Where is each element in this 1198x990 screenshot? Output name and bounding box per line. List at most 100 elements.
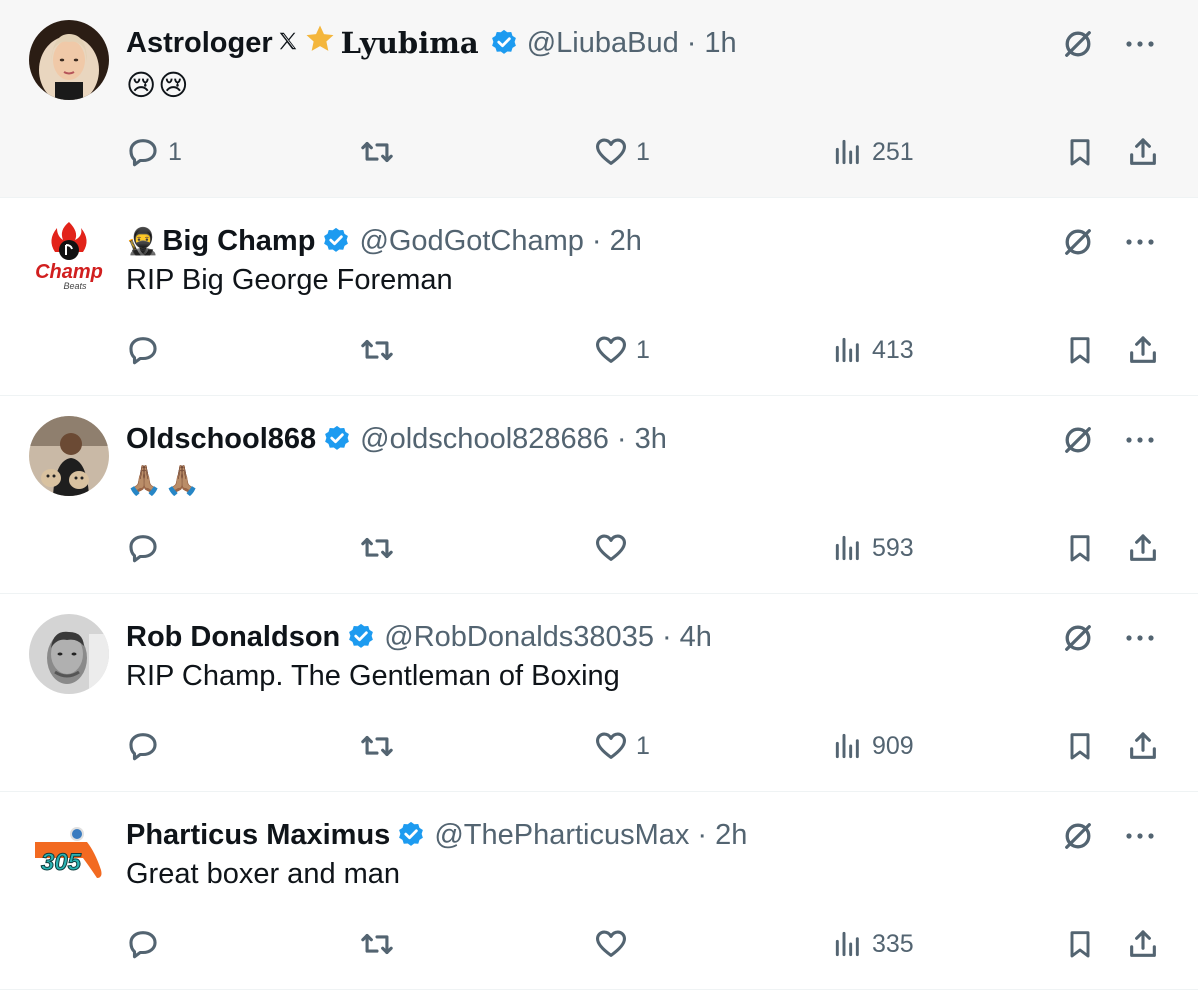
timestamp[interactable]: 2h [715, 819, 747, 852]
user-handle[interactable]: @GodGotChamp [359, 225, 583, 258]
retweet-button[interactable] [358, 724, 404, 768]
avatar[interactable]: 305 [29, 812, 109, 892]
like-button[interactable] [594, 922, 636, 966]
like-button[interactable] [594, 526, 636, 570]
action-bar: 1 909 [126, 724, 1162, 768]
separator-dot: · [697, 818, 708, 851]
like-button[interactable]: 1 [594, 328, 650, 372]
tweet-top-controls [1058, 816, 1160, 856]
reply-button[interactable] [126, 922, 168, 966]
praying-hands-emoji: 🙏🏽 [164, 465, 201, 497]
retweet-button[interactable] [358, 130, 404, 174]
grok-icon[interactable] [1058, 24, 1098, 64]
share-button[interactable] [1126, 328, 1160, 372]
more-options-icon[interactable] [1120, 420, 1160, 460]
verified-badge-icon[interactable] [346, 622, 376, 652]
retweet-icon [361, 537, 393, 559]
avatar[interactable] [29, 20, 109, 100]
heart-icon [595, 930, 627, 957]
display-name[interactable]: Big Champ [162, 225, 315, 258]
tweet-header: Astrologer Lyubima @LiubaBud · 1h [126, 24, 1058, 62]
tweet-header: 🥷 Big Champ @GodGotChamp · 2h [126, 222, 1058, 260]
views-button[interactable]: 335 [832, 922, 914, 966]
tweet-header: Pharticus Maximus @ThePharticusMax · 2h [126, 816, 1058, 854]
retweet-button[interactable] [358, 922, 404, 966]
share-button[interactable] [1126, 130, 1160, 174]
tweet-text: Great boxer and man [126, 858, 401, 890]
bookmark-icon [1070, 535, 1090, 562]
share-icon [1130, 534, 1156, 561]
avatar[interactable]: Champ Beats [29, 218, 109, 298]
display-name[interactable]: Pharticus Maximus [126, 819, 390, 852]
display-name-extra: Lyubima [340, 26, 479, 60]
separator-dot: · [591, 224, 602, 257]
action-bar: 335 [126, 922, 1162, 966]
tweet-top-controls [1058, 618, 1160, 658]
view-count: 909 [872, 731, 914, 760]
timestamp[interactable]: 3h [635, 423, 667, 456]
share-icon [1130, 138, 1156, 165]
verified-badge-icon[interactable] [396, 820, 426, 850]
share-button[interactable] [1126, 724, 1160, 768]
user-handle[interactable]: @LiubaBud [527, 27, 679, 60]
tweet[interactable]: 305 Pharticus Maximus @ThePharticusMax ·… [0, 792, 1198, 990]
timestamp[interactable]: 2h [610, 225, 642, 258]
share-button[interactable] [1126, 922, 1160, 966]
views-button[interactable]: 909 [832, 724, 914, 768]
grok-icon[interactable] [1058, 816, 1098, 856]
analytics-icon [835, 139, 859, 165]
bookmark-button[interactable] [1064, 724, 1096, 768]
verified-badge-icon[interactable] [322, 424, 352, 454]
tweet-text: RIP Big George Foreman [126, 264, 453, 296]
tweet[interactable]: Champ Beats 🥷 Big Champ @GodGotChamp · 2… [0, 198, 1198, 396]
reply-button[interactable]: 1 [126, 130, 182, 174]
action-bar: 1 413 [126, 328, 1162, 372]
timestamp[interactable]: 1h [704, 27, 736, 60]
display-name[interactable]: Oldschool868 [126, 423, 316, 456]
user-handle[interactable]: @oldschool828686 [360, 423, 609, 456]
views-button[interactable]: 413 [832, 328, 914, 372]
more-options-icon[interactable] [1120, 618, 1160, 658]
display-name[interactable]: Rob Donaldson [126, 621, 340, 654]
user-handle[interactable]: @RobDonalds38035 [384, 621, 654, 654]
tweet[interactable]: Oldschool868 @oldschool828686 · 3h 🙏🏽 🙏🏽 [0, 396, 1198, 594]
bookmark-button[interactable] [1064, 328, 1096, 372]
tweet[interactable]: Rob Donaldson @RobDonalds38035 · 4h RIP … [0, 594, 1198, 792]
bookmark-button[interactable] [1064, 922, 1096, 966]
views-button[interactable]: 593 [832, 526, 914, 570]
action-bar: 1 1 251 [126, 130, 1162, 174]
separator-dot: · [686, 26, 697, 59]
more-options-icon[interactable] [1120, 24, 1160, 64]
share-button[interactable] [1126, 526, 1160, 570]
grok-icon[interactable] [1058, 618, 1098, 658]
bookmark-button[interactable] [1064, 130, 1096, 174]
avatar[interactable] [29, 416, 109, 496]
heart-icon [595, 534, 627, 561]
like-button[interactable]: 1 [594, 130, 650, 174]
views-button[interactable]: 251 [832, 130, 914, 174]
like-button[interactable]: 1 [594, 724, 650, 768]
reply-button[interactable] [126, 724, 168, 768]
reply-button[interactable] [126, 526, 168, 570]
more-options-icon[interactable] [1120, 222, 1160, 262]
view-count: 251 [872, 137, 914, 166]
like-count: 1 [636, 335, 650, 364]
praying-hands-emoji: 🙏🏽 [126, 465, 163, 497]
verified-badge-icon[interactable] [489, 28, 519, 58]
bookmark-button[interactable] [1064, 526, 1096, 570]
reply-button[interactable] [126, 328, 168, 372]
verified-badge-icon[interactable] [321, 226, 351, 256]
user-handle[interactable]: @ThePharticusMax [434, 819, 689, 852]
timestamp[interactable]: 4h [680, 621, 712, 654]
bookmark-icon [1070, 337, 1090, 364]
more-options-icon[interactable] [1120, 816, 1160, 856]
retweet-button[interactable] [358, 526, 404, 570]
grok-icon[interactable] [1058, 222, 1098, 262]
retweet-button[interactable] [358, 328, 404, 372]
share-icon [1130, 732, 1156, 759]
avatar[interactable] [29, 614, 109, 694]
display-name[interactable]: Astrologer [126, 27, 273, 60]
share-icon [1130, 336, 1156, 363]
grok-icon[interactable] [1058, 420, 1098, 460]
tweet[interactable]: Astrologer Lyubima @LiubaBud · 1h 😢 😢 1 … [0, 0, 1198, 198]
